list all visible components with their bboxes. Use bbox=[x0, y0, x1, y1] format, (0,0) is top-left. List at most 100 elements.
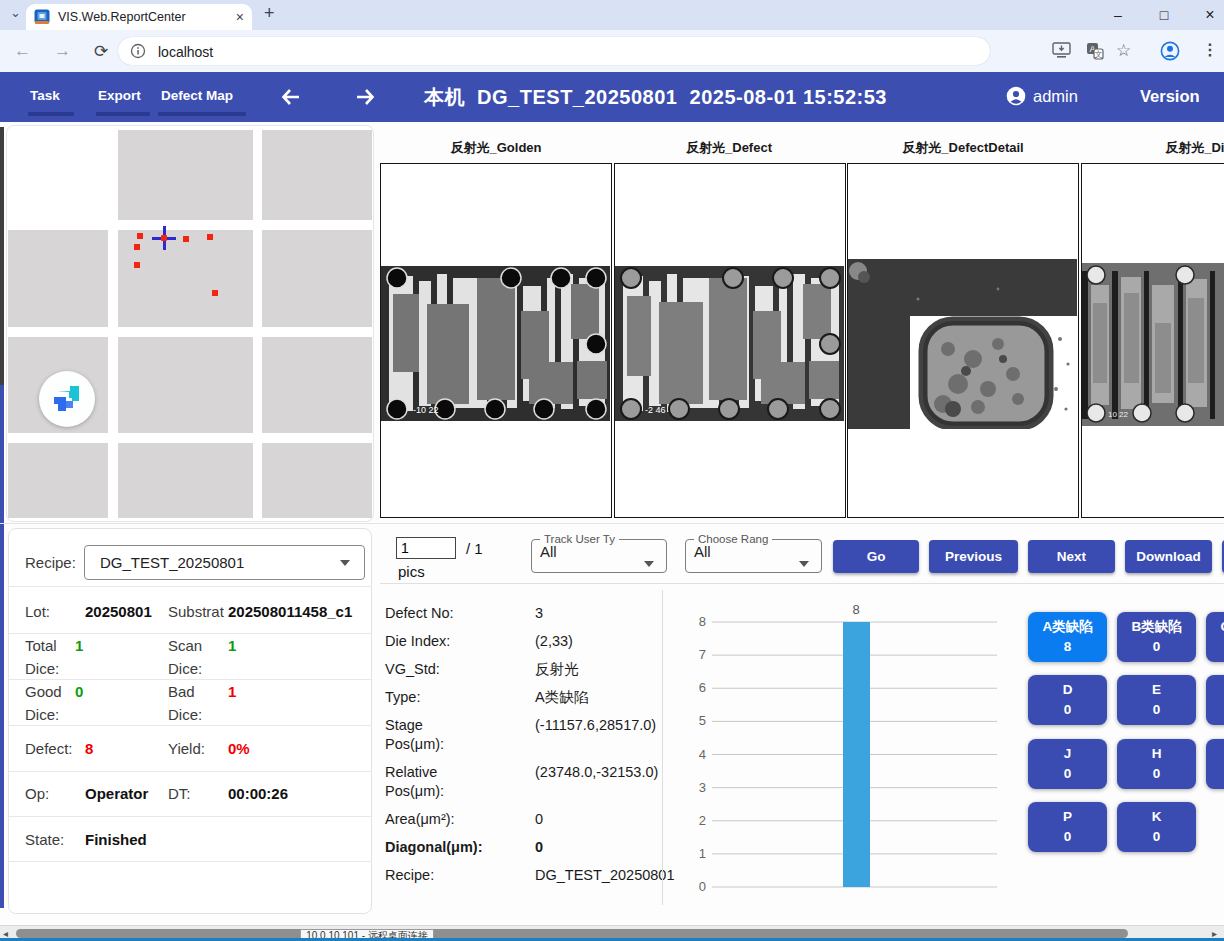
category-button-J[interactable]: J0 bbox=[1028, 739, 1107, 789]
version-label[interactable]: Version bbox=[1140, 87, 1200, 106]
selected-defect-crosshair[interactable] bbox=[161, 235, 167, 241]
tab-search-chevron-icon[interactable]: ⌄ bbox=[10, 5, 21, 20]
category-button-A类缺陷[interactable]: A类缺陷8 bbox=[1028, 612, 1107, 662]
window-minimize-button[interactable]: – bbox=[1098, 2, 1138, 28]
back-icon[interactable]: ← bbox=[14, 41, 31, 61]
image-panel-defectdetail[interactable] bbox=[847, 163, 1079, 518]
wafer-tile[interactable] bbox=[262, 230, 372, 327]
previous-button[interactable]: Previous bbox=[929, 540, 1018, 573]
svg-text:6: 6 bbox=[699, 680, 706, 695]
category-button-C类缺陷[interactable]: C类缺陷0 bbox=[1206, 612, 1224, 662]
detail-label: Defect No: bbox=[385, 604, 515, 623]
wafer-tile[interactable] bbox=[118, 130, 253, 220]
profile-avatar-icon[interactable] bbox=[1160, 41, 1180, 61]
svg-text:1: 1 bbox=[699, 846, 706, 861]
address-bar[interactable] bbox=[118, 37, 990, 65]
page-unit: pics bbox=[398, 563, 425, 580]
nav-defect-map[interactable]: Defect Map bbox=[161, 88, 233, 103]
translate-icon[interactable]: A 文 bbox=[1086, 42, 1104, 60]
go-button[interactable]: Go bbox=[833, 540, 919, 573]
track-user-type-select[interactable]: Track User Ty All bbox=[531, 533, 667, 573]
track-user-caret-icon bbox=[644, 561, 654, 567]
wafer-tile[interactable] bbox=[8, 230, 108, 327]
left-edge-blue bbox=[0, 385, 4, 908]
category-button-H[interactable]: H0 bbox=[1117, 739, 1196, 789]
info-value: Finished bbox=[85, 831, 147, 848]
svg-text:文: 文 bbox=[1095, 50, 1103, 59]
track-user-type-value: All bbox=[540, 543, 557, 560]
details-chart-divider bbox=[662, 590, 663, 905]
info-label: Bad bbox=[168, 683, 195, 700]
reload-icon[interactable]: ⟳ bbox=[94, 41, 108, 62]
svg-text:0: 0 bbox=[699, 879, 706, 894]
recipe-caret-icon bbox=[340, 560, 350, 566]
info-value: 0% bbox=[228, 740, 250, 757]
info-value: 1 bbox=[75, 637, 83, 654]
send-to-device-icon[interactable] bbox=[1052, 42, 1071, 59]
browser-tab[interactable]: VIS.Web.ReportCenter × bbox=[26, 4, 252, 30]
wafer-tile[interactable] bbox=[8, 443, 108, 518]
site-info-icon[interactable] bbox=[130, 43, 146, 59]
image-panel-golden[interactable]: -10 22 bbox=[380, 163, 612, 518]
page-number-input[interactable] bbox=[396, 537, 456, 559]
nav-back-arrow[interactable] bbox=[279, 85, 303, 109]
info-label: Yield: bbox=[168, 740, 205, 757]
defect-dot[interactable] bbox=[207, 234, 213, 240]
url-text: localhost bbox=[158, 44, 213, 60]
detail-label: Die Index: bbox=[385, 632, 515, 651]
category-button-hidden[interactable] bbox=[1206, 739, 1224, 789]
page-total: / 1 bbox=[466, 540, 483, 557]
detail-label: Stage Pos(μm): bbox=[385, 716, 515, 754]
wafer-tile[interactable] bbox=[262, 443, 372, 518]
wafer-tile[interactable] bbox=[118, 337, 253, 433]
category-button-B类缺陷[interactable]: B类缺陷0 bbox=[1117, 612, 1196, 662]
nav-export[interactable]: Export bbox=[98, 88, 141, 103]
wafer-tile[interactable] bbox=[262, 130, 372, 220]
defect-dot[interactable] bbox=[137, 233, 143, 239]
nav-task[interactable]: Task bbox=[30, 88, 60, 103]
info-value: 8 bbox=[85, 740, 93, 757]
download-button[interactable]: Download bbox=[1125, 540, 1212, 573]
page-title: 本机 DG_TEST_20250801 2025-08-01 15:52:53 bbox=[424, 84, 887, 111]
defect-dot[interactable] bbox=[212, 290, 218, 296]
forward-icon[interactable]: → bbox=[54, 41, 71, 61]
defect-dot[interactable] bbox=[134, 244, 140, 250]
tab-close-icon[interactable]: × bbox=[236, 9, 244, 25]
user-badge[interactable]: admin bbox=[1006, 86, 1078, 106]
recipe-label: Recipe: bbox=[25, 554, 76, 571]
defect-dot[interactable] bbox=[183, 236, 189, 242]
window-maximize-button[interactable]: □ bbox=[1144, 2, 1184, 28]
golden-caption: -10 22 bbox=[413, 405, 439, 415]
new-tab-button[interactable]: + bbox=[264, 3, 275, 24]
category-button-D[interactable]: D0 bbox=[1028, 675, 1107, 725]
scrollbar-thumb[interactable] bbox=[16, 929, 1128, 938]
category-button-P[interactable]: P0 bbox=[1028, 802, 1107, 852]
nav-forward-arrow[interactable] bbox=[353, 85, 377, 109]
wafer-tile[interactable] bbox=[262, 337, 372, 433]
image-panel-defect[interactable]: -2 46 bbox=[614, 163, 846, 518]
bookmark-star-icon[interactable]: ☆ bbox=[1116, 40, 1131, 61]
info-label: Good bbox=[25, 683, 62, 700]
category-button-E[interactable]: E0 bbox=[1117, 675, 1196, 725]
svg-text:8: 8 bbox=[699, 614, 706, 629]
info-value: 202508011458_c1 bbox=[228, 603, 352, 620]
detail-label: VG_Std: bbox=[385, 660, 515, 679]
detail-label: Relative Pos(μm): bbox=[385, 763, 515, 801]
next-button[interactable]: Next bbox=[1028, 540, 1115, 573]
info-label: State: bbox=[25, 831, 64, 848]
category-button-hidden[interactable] bbox=[1206, 675, 1224, 725]
category-button-K[interactable]: K0 bbox=[1117, 802, 1196, 852]
image-panel-diff[interactable]: 10 22 bbox=[1081, 163, 1224, 518]
info-label: Total bbox=[25, 637, 57, 654]
defect-dot[interactable] bbox=[134, 262, 140, 268]
detail-label: Diagonal(μm): bbox=[385, 838, 515, 857]
wafer-tile[interactable] bbox=[118, 443, 253, 518]
menu-dots-icon[interactable]: ⋮ bbox=[1202, 40, 1218, 59]
svg-text:3: 3 bbox=[699, 780, 706, 795]
chart-bar bbox=[843, 622, 870, 887]
info-value: 20250801 bbox=[85, 603, 152, 620]
choose-range-select[interactable]: Choose Rang All bbox=[685, 533, 822, 573]
window-close-button[interactable]: × bbox=[1190, 2, 1224, 28]
info-label: Dice: bbox=[168, 660, 202, 677]
panel-label-defect: 反射光_Defect bbox=[613, 139, 845, 157]
